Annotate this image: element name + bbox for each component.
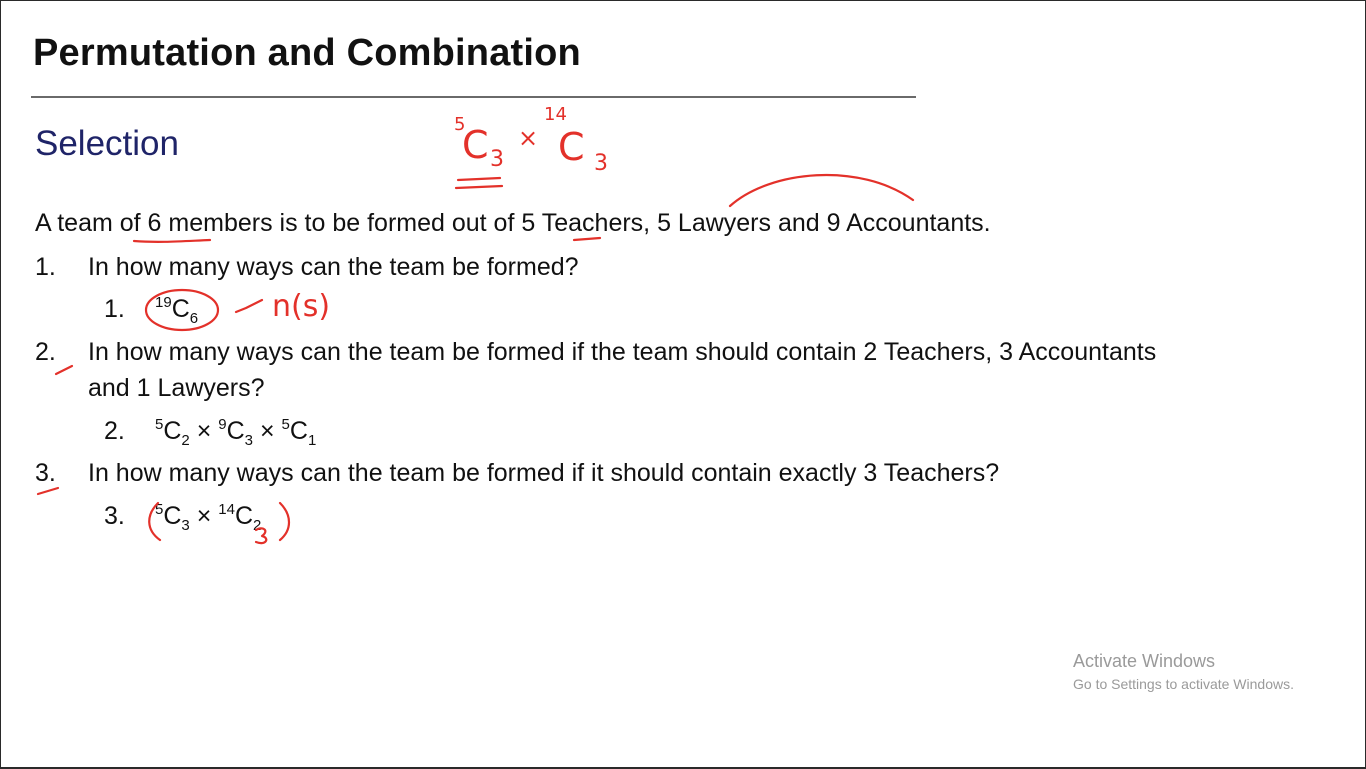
answer-1-sup: 19	[155, 294, 172, 311]
answer-1-expression: 19C6	[155, 294, 199, 327]
answer-2-op1: ×	[196, 417, 212, 445]
title-divider	[31, 96, 916, 98]
answer-2-sup3: 5	[281, 416, 290, 433]
activate-windows-subtitle: Go to Settings to activate Windows.	[1073, 676, 1294, 692]
answer-3-c1: C	[163, 502, 182, 530]
answer-2-sup2: 9	[218, 416, 227, 433]
problem-statement: A team of 6 members is to be formed out …	[35, 209, 991, 237]
answer-1-number: 1.	[104, 295, 125, 323]
question-2-text-line1: In how many ways can the team be formed …	[88, 338, 1157, 366]
activate-windows-title: Activate Windows	[1073, 651, 1216, 671]
question-1-text: In how many ways can the team be formed?	[88, 253, 579, 281]
answer-2-number: 2.	[104, 417, 125, 445]
answer-1-sub: 6	[189, 310, 199, 327]
section-subtitle: Selection	[35, 124, 179, 163]
answer-3-op1: ×	[196, 502, 212, 530]
answer-2-expression: 5C2 × 9C3 × 5C1	[155, 416, 317, 449]
answer-2-sub2: 3	[244, 432, 254, 449]
answer-2-sub3: 1	[307, 432, 317, 449]
answer-2-op2: ×	[259, 417, 275, 445]
answer-3-sup2: 14	[218, 501, 235, 518]
question-2-number: 2.	[35, 338, 56, 366]
answer-2-c3: C	[289, 417, 308, 445]
answer-2-c2: C	[226, 417, 245, 445]
answer-2-sub1: 2	[181, 432, 190, 449]
question-3-number: 3.	[35, 459, 56, 487]
answer-3-sub1: 3	[181, 517, 190, 534]
answer-2-c1: C	[163, 417, 182, 445]
question-1-number: 1.	[35, 253, 56, 281]
answer-3-sub2: 2	[253, 517, 262, 534]
answer-1-c: C	[171, 295, 190, 323]
answer-3-number: 3.	[104, 502, 125, 530]
question-2-text-line2: and 1 Lawyers?	[88, 374, 265, 402]
slide-title: Permutation and Combination	[33, 32, 581, 74]
answer-3-c2: C	[234, 502, 254, 530]
question-3-text: In how many ways can the team be formed …	[88, 459, 1000, 487]
answer-3-expression: 5C3 × 14C2	[155, 501, 262, 534]
